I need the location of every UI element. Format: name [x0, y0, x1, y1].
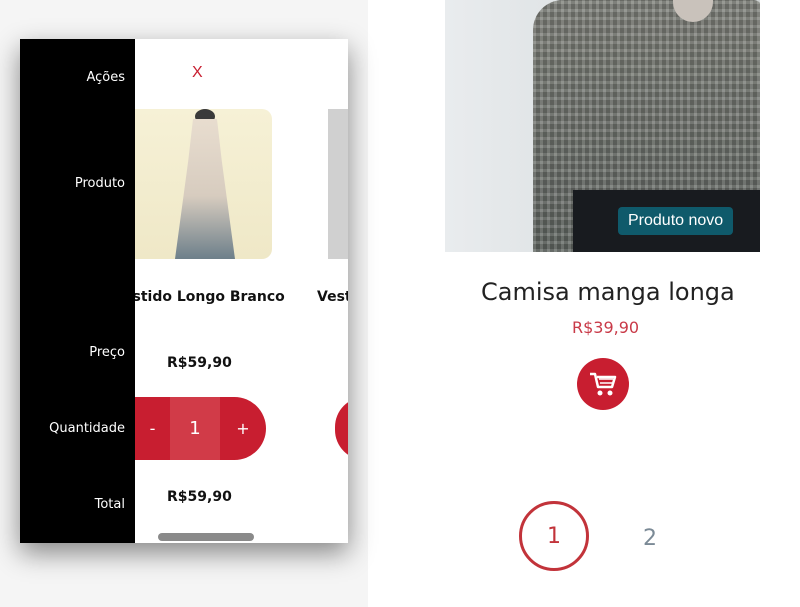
decrease-quantity-button[interactable]: - — [135, 397, 170, 460]
remove-item-button[interactable]: X — [192, 64, 203, 82]
quantity-stepper: - 1 + — [135, 397, 266, 460]
cart-item-name-2: Vest — [317, 289, 348, 305]
cart-panel: Ações Produto Preço Quantidade Total X e… — [20, 39, 348, 543]
cart-items-scroll[interactable]: X estido Longo Branco Vest R$59,90 - 1 +… — [135, 39, 348, 543]
cart-row-labels: Ações Produto Preço Quantidade Total — [20, 39, 135, 543]
increase-quantity-button[interactable]: + — [220, 397, 266, 460]
label-quantity: Quantidade — [49, 421, 125, 436]
horizontal-scrollbar[interactable] — [158, 533, 254, 541]
cart-item-total: R$59,90 — [167, 489, 232, 505]
cart-item-name: estido Longo Branco — [135, 289, 285, 305]
new-product-badge: Produto novo — [618, 207, 734, 235]
pagination-page-1[interactable]: 1 — [519, 501, 589, 571]
quantity-value[interactable]: 1 — [170, 397, 220, 460]
add-to-cart-button[interactable] — [577, 358, 629, 410]
pagination-page-2[interactable]: 2 — [630, 520, 670, 556]
label-price: Preço — [89, 345, 125, 360]
cart-item-price: R$59,90 — [167, 355, 232, 371]
label-actions: Ações — [86, 70, 125, 85]
product-price: R$39,90 — [572, 318, 640, 337]
cart-item-thumbnail-2[interactable] — [328, 109, 348, 259]
quantity-stepper-2[interactable] — [335, 397, 348, 460]
product-title[interactable]: Camisa manga longa — [445, 278, 785, 306]
label-product: Produto — [74, 176, 125, 191]
label-total: Total — [94, 497, 125, 512]
shopping-cart-icon — [590, 372, 617, 396]
